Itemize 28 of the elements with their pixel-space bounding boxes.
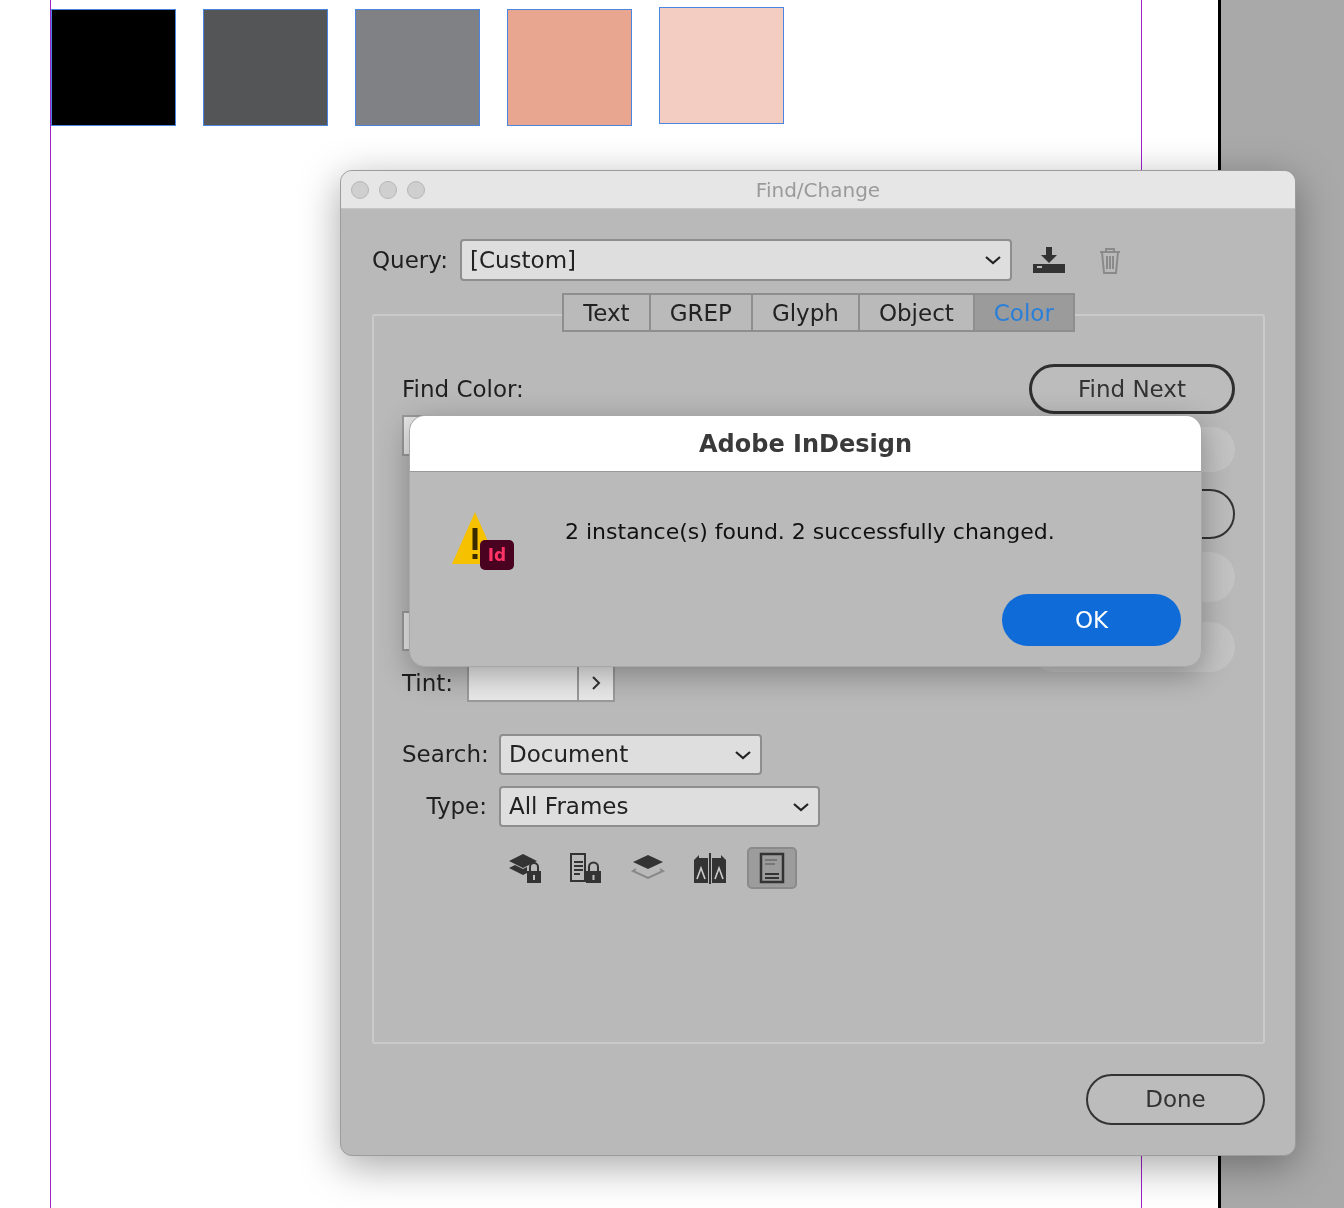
- save-query-icon[interactable]: [1033, 247, 1065, 273]
- alert-title: Adobe InDesign: [410, 416, 1201, 472]
- document-lock-icon: [569, 852, 603, 884]
- tint-label: Tint:: [402, 668, 455, 698]
- tab[interactable]: Object: [858, 293, 974, 332]
- chevron-down-icon: [984, 254, 1002, 266]
- window-title: Find/Change: [755, 178, 881, 202]
- app-badge: Id: [480, 540, 514, 570]
- search-label: Search:: [402, 741, 489, 768]
- chevron-right-icon: [591, 674, 601, 691]
- type-label: Type:: [426, 793, 487, 820]
- tab[interactable]: GREP: [649, 293, 752, 332]
- tab[interactable]: Text: [562, 293, 650, 332]
- query-dropdown[interactable]: [Custom]: [460, 239, 1012, 281]
- chevron-down-icon: [734, 748, 752, 761]
- ok-button[interactable]: OK: [1002, 594, 1181, 646]
- find-color-label: Find Color:: [402, 374, 524, 404]
- done-button[interactable]: Done: [1086, 1074, 1265, 1125]
- alert-message: 2 instance(s) found. 2 successfully changed.: [565, 519, 1055, 544]
- pages-icon: [693, 852, 727, 884]
- tab[interactable]: Glyph: [751, 293, 859, 332]
- search-option-button[interactable]: [747, 847, 797, 889]
- find-next-button[interactable]: Find Next: [1029, 364, 1235, 414]
- type-dropdown[interactable]: All Frames: [499, 786, 820, 827]
- chevron-down-icon: [792, 800, 810, 813]
- query-label: Query:: [372, 246, 449, 275]
- layers-lock-icon: [507, 852, 541, 884]
- search-dropdown[interactable]: Document: [499, 734, 762, 775]
